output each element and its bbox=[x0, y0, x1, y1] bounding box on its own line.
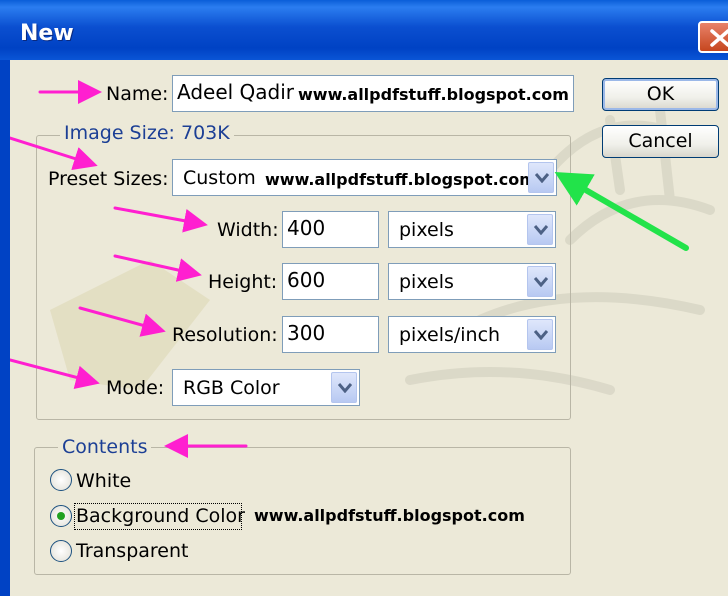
resolution-label: Resolution: bbox=[172, 324, 278, 346]
cancel-button[interactable]: Cancel bbox=[602, 125, 719, 158]
title-bar: New bbox=[0, 0, 728, 60]
option-background-color-label[interactable]: Background Color bbox=[76, 505, 245, 527]
contents-label: Contents bbox=[58, 436, 152, 458]
height-unit-value: pixels bbox=[399, 271, 454, 293]
window-frame-left bbox=[0, 60, 10, 596]
preset-sizes-label: Preset Sizes: bbox=[48, 168, 169, 190]
close-icon bbox=[710, 29, 728, 47]
ok-button[interactable]: OK bbox=[602, 78, 719, 111]
chevron-down-icon[interactable] bbox=[528, 162, 554, 193]
height-value: 600 bbox=[287, 268, 326, 292]
width-unit-select[interactable]: pixels bbox=[388, 211, 556, 248]
arrow-preset-dropdown bbox=[554, 171, 689, 251]
chevron-down-icon[interactable] bbox=[527, 266, 553, 297]
option-transparent-label[interactable]: Transparent bbox=[76, 540, 189, 562]
preset-sizes-value: Custom bbox=[183, 167, 256, 189]
radio-selected-dot bbox=[57, 512, 65, 520]
window-title: New bbox=[20, 21, 74, 46]
width-input[interactable]: 400 bbox=[282, 211, 379, 248]
name-value: Adeel Qadir bbox=[177, 80, 295, 104]
chevron-down-icon[interactable] bbox=[331, 372, 357, 403]
radio-transparent[interactable] bbox=[50, 540, 72, 562]
chevron-down-icon[interactable] bbox=[527, 319, 553, 350]
name-watermark-text: www.allpdfstuff.blogspot.com bbox=[298, 85, 569, 104]
width-label: Width: bbox=[217, 219, 279, 241]
option-white-label[interactable]: White bbox=[76, 470, 131, 492]
preset-sizes-select[interactable]: Custom www.allpdfstuff.blogspot.com bbox=[172, 159, 557, 196]
preset-watermark-text: www.allpdfstuff.blogspot.com bbox=[265, 170, 536, 189]
radio-white[interactable] bbox=[50, 469, 72, 491]
resolution-value: 300 bbox=[287, 321, 326, 345]
width-value: 400 bbox=[287, 216, 326, 240]
resolution-unit-select[interactable]: pixels/inch bbox=[388, 316, 556, 353]
mode-label: Mode: bbox=[106, 377, 165, 399]
resolution-unit-value: pixels/inch bbox=[399, 324, 501, 346]
height-unit-select[interactable]: pixels bbox=[388, 263, 556, 300]
mode-value: RGB Color bbox=[183, 377, 280, 399]
name-label: Name: bbox=[106, 83, 169, 105]
radio-background-color[interactable] bbox=[50, 505, 72, 527]
resolution-input[interactable]: 300 bbox=[282, 316, 379, 353]
contents-watermark-text: www.allpdfstuff.blogspot.com bbox=[254, 506, 525, 525]
image-size-label: Image Size: 703K bbox=[60, 122, 234, 144]
mode-select[interactable]: RGB Color bbox=[172, 369, 360, 406]
height-label: Height: bbox=[208, 271, 278, 293]
chevron-down-icon[interactable] bbox=[527, 214, 553, 245]
close-button[interactable] bbox=[698, 21, 728, 53]
height-input[interactable]: 600 bbox=[282, 263, 379, 300]
width-unit-value: pixels bbox=[399, 219, 454, 241]
dialog-body: Name: Adeel Qadir www.allpdfstuff.blogsp… bbox=[10, 60, 728, 596]
